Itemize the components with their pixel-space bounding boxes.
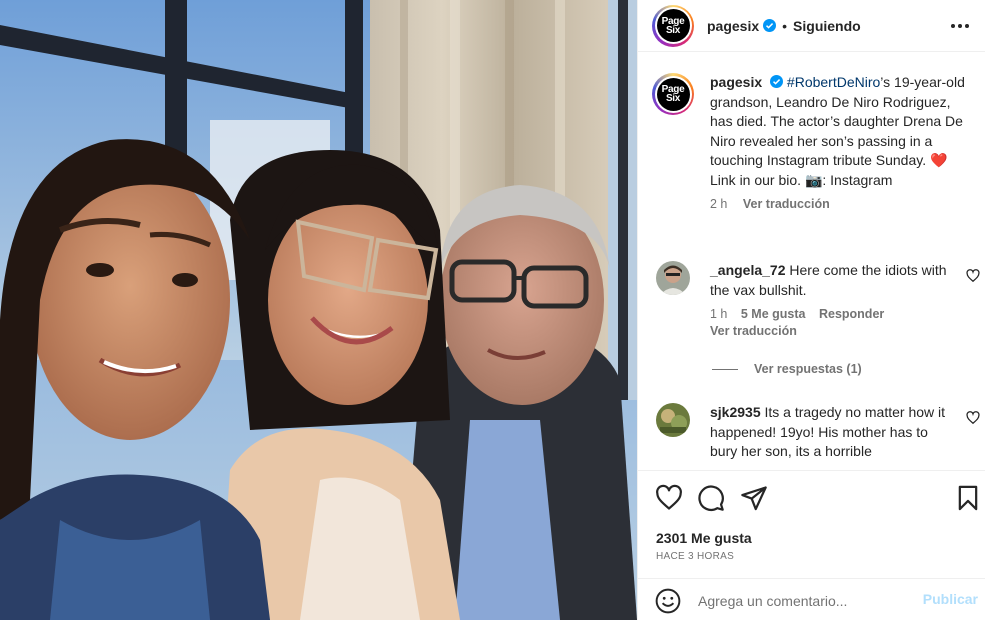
- caption-author-avatar[interactable]: Page Six: [652, 73, 694, 115]
- comment-like-heart-icon[interactable]: [966, 269, 980, 283]
- comment-time[interactable]: 1 h: [710, 307, 727, 321]
- post-timestamp: HACE 3 HORAS: [656, 551, 735, 562]
- share-icon[interactable]: [740, 484, 768, 512]
- post-header: Page Six pagesix • Siguiendo: [638, 0, 985, 52]
- author-username[interactable]: pagesix: [707, 18, 759, 34]
- following-button[interactable]: Siguiendo: [793, 18, 861, 34]
- comment-translate-link[interactable]: Ver traducción: [710, 324, 982, 338]
- comment-item: sjk2935 Its a tragedy no matter how it h…: [652, 403, 982, 462]
- commenter-avatar[interactable]: [656, 261, 690, 295]
- comment-input[interactable]: [698, 591, 918, 611]
- commenter-username[interactable]: _angela_72: [710, 262, 786, 278]
- follow-separator: •: [782, 17, 788, 34]
- add-comment-bar: Publicar: [638, 578, 985, 620]
- comment-icon[interactable]: [697, 484, 725, 512]
- author-avatar[interactable]: Page Six: [652, 4, 694, 47]
- post-photo[interactable]: [0, 0, 637, 620]
- verified-badge-icon: [770, 75, 784, 88]
- post-caption: Page Six pagesix #RobertDeNiro’s 19-year…: [652, 73, 972, 211]
- commenter-username[interactable]: sjk2935: [710, 404, 761, 420]
- view-replies-label: Ver respuestas (1): [754, 362, 862, 376]
- likes-count[interactable]: 2301 Me gusta: [656, 530, 752, 546]
- caption-time[interactable]: 2 h: [710, 197, 727, 211]
- comments-section[interactable]: Page Six pagesix #RobertDeNiro’s 19-year…: [638, 53, 985, 469]
- comment-item: _angela_72 Here come the idiots with the…: [652, 261, 982, 338]
- view-replies-button[interactable]: Ver respuestas (1): [712, 362, 862, 376]
- more-options-icon[interactable]: [948, 15, 972, 37]
- pagesix-logo: Page Six: [656, 77, 690, 111]
- comment-likes[interactable]: 5 Me gusta: [741, 307, 806, 321]
- caption-text: ’s 19-year-old grandson, Leandro De Niro…: [710, 74, 965, 188]
- publish-button[interactable]: Publicar: [923, 591, 978, 607]
- post-image: [0, 0, 637, 620]
- caption-username[interactable]: pagesix: [710, 74, 762, 90]
- hashtag-link[interactable]: #RobertDeNiro: [787, 74, 880, 90]
- heart-icon[interactable]: [655, 484, 683, 512]
- commenter-avatar[interactable]: [656, 403, 690, 437]
- comment-like-heart-icon[interactable]: [966, 411, 980, 425]
- replies-divider: [712, 368, 738, 370]
- verified-badge-icon: [763, 19, 777, 32]
- post-actions: 2301 Me gusta HACE 3 HORAS: [638, 470, 985, 580]
- reply-button[interactable]: Responder: [819, 307, 884, 321]
- bookmark-icon[interactable]: [954, 484, 982, 512]
- caption-translate-link[interactable]: Ver traducción: [743, 197, 830, 211]
- emoji-icon[interactable]: [655, 588, 681, 614]
- pagesix-logo: Page Six: [656, 9, 690, 42]
- post-panel: Page Six pagesix • Siguiendo Page Six pa…: [637, 0, 985, 620]
